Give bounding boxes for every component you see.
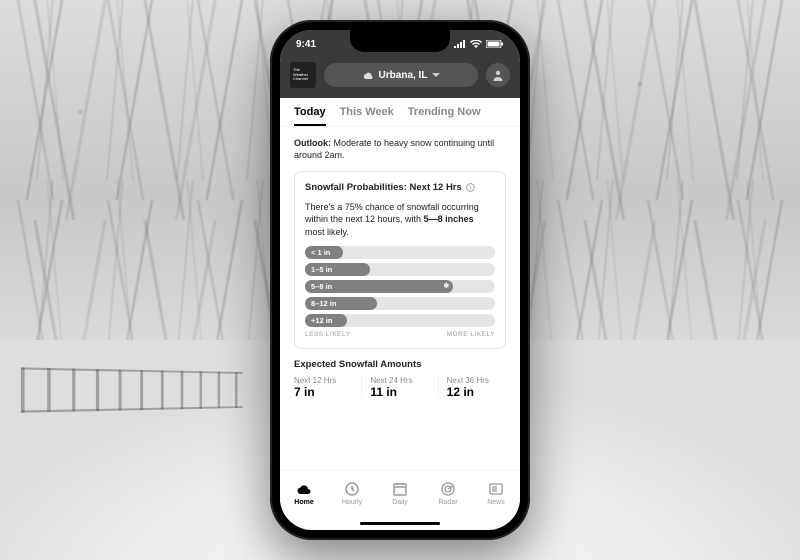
nav-label: Radar [438, 499, 457, 506]
probability-row: 5–8 in [305, 280, 495, 293]
location-name: Urbana, IL [379, 70, 428, 81]
expected-column: Next 24 Hrs11 in [370, 376, 438, 399]
nav-label: Hourly [342, 499, 362, 506]
probability-fill: < 1 in [305, 246, 343, 259]
app-header: The Weather Channel Urbana, IL [280, 58, 520, 98]
desc-bold: 5—8 inches [424, 214, 474, 224]
battery-icon [486, 40, 504, 48]
top-tabs: Today This Week Trending Now [280, 98, 520, 127]
phone-notch [350, 30, 450, 52]
card-description: There's a 75% chance of snowfall occurri… [305, 201, 495, 237]
tab-this-week[interactable]: This Week [340, 106, 394, 126]
probability-row: 8–12 in [305, 297, 495, 310]
expected-label: Next 12 Hrs [294, 376, 353, 385]
bottom-nav: Home Hourly Daily Radar News [280, 470, 520, 516]
brand-line: Channel [293, 77, 313, 81]
nav-home[interactable]: Home [280, 471, 328, 516]
expected-label: Next 36 Hrs [447, 376, 506, 385]
person-icon [492, 69, 504, 81]
probability-row: < 1 in [305, 246, 495, 259]
probability-fill: 1–5 in [305, 263, 370, 276]
news-icon [488, 481, 504, 497]
probability-fill: +12 in [305, 314, 347, 327]
signal-icon [454, 40, 466, 48]
outlook-prefix: Outlook: [294, 138, 331, 148]
background-fence [21, 367, 243, 412]
nav-label: News [487, 499, 505, 506]
info-icon[interactable]: i [466, 183, 475, 192]
nav-daily[interactable]: Daily [376, 471, 424, 516]
outlook-text: Outlook: Moderate to heavy snow continui… [294, 137, 506, 161]
more-likely-label: MORE LIKELY [447, 331, 495, 338]
radar-icon [440, 481, 456, 497]
snowfall-probabilities-card: Snowfall Probabilities: Next 12 Hrs i Th… [294, 171, 506, 348]
cloud-icon [362, 71, 374, 80]
less-likely-label: LESS LIKELY [305, 331, 351, 338]
nav-label: Home [294, 499, 313, 506]
probability-fill: 8–12 in [305, 297, 377, 310]
nav-news[interactable]: News [472, 471, 520, 516]
expected-label: Next 24 Hrs [370, 376, 429, 385]
brand-logo[interactable]: The Weather Channel [290, 62, 316, 88]
nav-radar[interactable]: Radar [424, 471, 472, 516]
expected-column: Next 12 Hrs7 in [294, 376, 362, 399]
svg-text:i: i [470, 186, 472, 192]
cloud-icon [296, 481, 312, 497]
expected-title: Expected Snowfall Amounts [294, 359, 506, 370]
wifi-icon [470, 40, 482, 48]
profile-button[interactable] [486, 63, 510, 87]
card-title: Snowfall Probabilities: Next 12 Hrs i [305, 182, 495, 193]
probability-row: +12 in [305, 314, 495, 327]
nav-label: Daily [392, 499, 408, 506]
tab-trending-now[interactable]: Trending Now [408, 106, 481, 126]
phone-frame: 9:41 The Weather Channel Urbana, IL T [270, 20, 530, 540]
calendar-icon [392, 481, 408, 497]
status-time: 9:41 [296, 39, 316, 50]
home-indicator[interactable] [280, 516, 520, 530]
card-title-text: Snowfall Probabilities: Next 12 Hrs [305, 182, 462, 193]
likely-scale: LESS LIKELY MORE LIKELY [305, 331, 495, 338]
desc-part: most likely. [305, 227, 349, 237]
tab-today[interactable]: Today [294, 106, 326, 126]
clock-icon [344, 481, 360, 497]
phone-screen: 9:41 The Weather Channel Urbana, IL T [280, 30, 520, 530]
expected-value: 11 in [370, 385, 429, 399]
expected-grid: Next 12 Hrs7 in Next 24 Hrs11 in Next 36 H… [294, 376, 506, 399]
expected-value: 7 in [294, 385, 353, 399]
expected-value: 12 in [447, 385, 506, 399]
probability-row: 1–5 in [305, 263, 495, 276]
content[interactable]: Outlook: Moderate to heavy snow continui… [280, 127, 520, 470]
nav-hourly[interactable]: Hourly [328, 471, 376, 516]
expected-column: Next 36 Hrs12 in [447, 376, 506, 399]
probability-fill: 5–8 in [305, 280, 453, 293]
location-selector[interactable]: Urbana, IL [324, 63, 478, 87]
chevron-down-icon [432, 73, 440, 78]
probability-bars: < 1 in 1–5 in 5–8 in 8–12 in +12 in [305, 246, 495, 327]
